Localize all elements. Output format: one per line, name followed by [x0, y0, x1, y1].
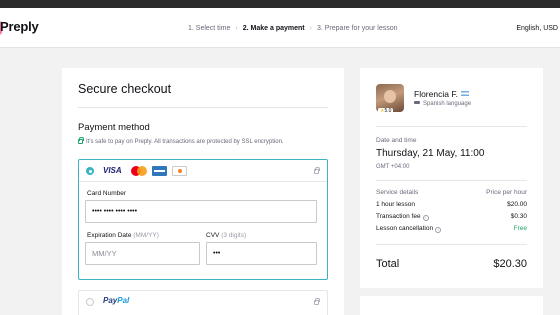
expiration-label: Expiration Date (MM/YY): [87, 232, 159, 239]
amex-icon: [152, 166, 167, 176]
divider: [376, 126, 527, 127]
locale-selector[interactable]: English, USD: [516, 25, 558, 32]
mastercard-icon: [131, 166, 147, 176]
cvv-label: CVV (3 digits): [206, 232, 246, 239]
total-label: Total: [376, 258, 400, 270]
timezone: GMT +04:00: [376, 164, 410, 170]
card-payment-option[interactable]: VISA Card Number •••• •••• •••• •••• Exp…: [78, 159, 328, 280]
date-time-label: Date and time: [376, 137, 417, 144]
divider: [376, 180, 527, 181]
expiration-input[interactable]: MM/YY: [85, 242, 200, 265]
header: Preply 1. Select time › 2. Make a payment ›…: [0, 8, 560, 48]
lock-icon: [314, 167, 320, 174]
expiration-label-text: Expiration Date: [87, 232, 132, 239]
line-item-value: $20.00: [507, 201, 527, 208]
top-strip: [0, 0, 560, 8]
divider: [376, 244, 527, 245]
logo[interactable]: Preply: [0, 19, 39, 34]
checkout-card: Secure checkout Payment method It's safe…: [62, 68, 344, 315]
argentina-flag-icon: [460, 91, 469, 96]
info-icon[interactable]: i: [422, 215, 429, 221]
payment-method-title: Payment method: [78, 122, 150, 133]
line-item-label: 1 hour lesson: [376, 201, 416, 208]
line-item: Transaction fee i $0.30: [376, 213, 527, 221]
rating-value: 5.0: [384, 108, 392, 114]
cvv-input[interactable]: •••: [206, 242, 317, 265]
tutor-subject-text: Spanish language: [423, 101, 472, 107]
line-item: Lesson cancellation i Free: [376, 225, 527, 233]
expiration-hint: (MM/YY): [133, 232, 159, 239]
security-note-text: It's safe to pay on Preply. All transact…: [86, 139, 284, 145]
cvv-label-text: CVV: [206, 232, 220, 239]
info-icon[interactable]: i: [435, 227, 442, 233]
paypal-radio[interactable]: [86, 298, 94, 306]
paypal-logo-pal: Pal: [117, 296, 130, 305]
tutor-name-text: Florencia F.: [414, 89, 458, 99]
graduation-cap-icon: [414, 101, 420, 104]
line-item: 1 hour lesson $20.00: [376, 201, 527, 208]
card-number-label: Card Number: [87, 190, 127, 197]
chevron-right-icon: ›: [235, 25, 238, 32]
line-item-value: $0.30: [510, 213, 527, 220]
card-option-header[interactable]: VISA: [79, 160, 327, 182]
paypal-logo-pay: Pay: [103, 296, 118, 305]
divider: [78, 107, 328, 108]
tutor-rating: ★5.0: [378, 108, 394, 114]
service-details-header: Service details Price per hour: [376, 189, 527, 196]
visa-icon: VISA: [103, 166, 122, 175]
tutor-name[interactable]: Florencia F.: [414, 89, 469, 99]
cvv-hint: (3 digits): [221, 232, 247, 239]
line-item-value: Free: [513, 225, 527, 232]
chevron-right-icon: ›: [309, 25, 312, 32]
total-value: $20.30: [493, 258, 527, 270]
service-details-label: Service details: [376, 189, 419, 196]
paypal-logo: PayPal: [103, 296, 129, 305]
summary-card-secondary: [360, 296, 543, 315]
card-number-input[interactable]: •••• •••• •••• ••••: [85, 200, 317, 223]
line-item-label: Lesson cancellation: [376, 225, 434, 232]
security-note: It's safe to pay on Preply. All transact…: [78, 137, 284, 145]
tutor-subject: Spanish language: [414, 101, 471, 107]
order-summary: ★5.0 Florencia F. Spanish language Date …: [360, 68, 543, 288]
checkout-steps: 1. Select time › 2. Make a payment › 3. Prep…: [188, 25, 398, 32]
card-radio[interactable]: [86, 167, 94, 175]
paypal-payment-option[interactable]: PayPal: [78, 290, 328, 315]
discover-icon: [172, 166, 187, 176]
step-1[interactable]: 1. Select time: [188, 25, 230, 32]
price-per-hour-label: Price per hour: [486, 189, 527, 196]
step-2: 2. Make a payment: [242, 25, 305, 32]
line-item-label: Transaction fee: [376, 213, 421, 220]
date-time-value: Thursday, 21 May, 11:00: [376, 148, 485, 159]
lock-icon: [314, 298, 320, 305]
page-title: Secure checkout: [78, 82, 172, 96]
lock-icon: [78, 137, 84, 144]
step-3: 3. Prepare for your lesson: [316, 25, 398, 32]
